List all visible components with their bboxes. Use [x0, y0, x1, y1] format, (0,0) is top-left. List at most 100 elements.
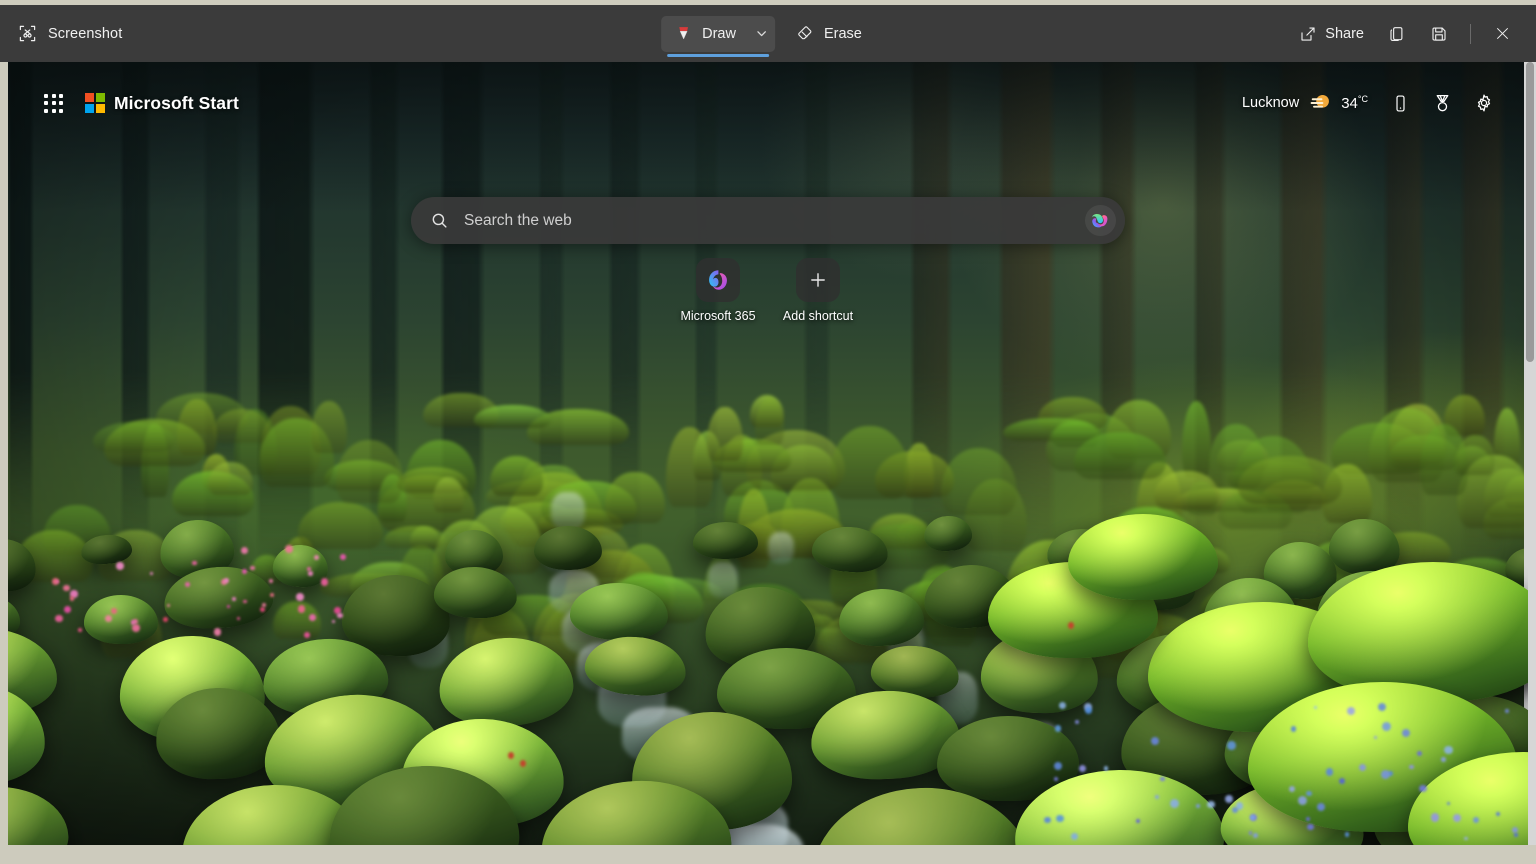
wildflower [520, 760, 526, 767]
wildflower [214, 628, 222, 636]
wildflower [298, 605, 306, 613]
draw-tool-button[interactable]: Draw [661, 16, 749, 52]
save-button[interactable] [1419, 15, 1459, 53]
page-scrollbar-thumb[interactable] [1526, 62, 1534, 362]
wildflower [1249, 831, 1253, 835]
wildflower [508, 752, 514, 759]
app-launcher-grid-icon[interactable] [40, 90, 67, 117]
drawing-tools-group: Draw Erase [661, 16, 875, 52]
app-title: Screenshot [48, 26, 122, 42]
share-button[interactable]: Share [1288, 15, 1375, 53]
grass-tuft [213, 409, 270, 443]
wildflower [1055, 725, 1062, 732]
wildflower [1136, 819, 1140, 823]
wildflower [232, 597, 236, 601]
draw-options-chevron-down-icon[interactable] [749, 16, 775, 52]
erase-tool-button[interactable]: Erase [783, 16, 875, 52]
shortcut-tiles: Microsoft 365 Add shortcut [8, 252, 1528, 329]
wildflower [260, 607, 265, 612]
wildflower [1079, 765, 1086, 772]
grass-tuft [1238, 456, 1341, 503]
wildflower [241, 547, 248, 554]
wildflower [78, 628, 82, 632]
wildflower [1512, 827, 1518, 833]
grass-tuft [474, 405, 551, 428]
search-bar[interactable] [411, 197, 1125, 244]
brand-group: Microsoft Start [40, 90, 239, 117]
toolbar-divider [1470, 24, 1471, 44]
msn-top-bar-actions: Lucknow 34°C [1234, 85, 1502, 121]
weather-widget[interactable]: Lucknow 34°C [1234, 85, 1376, 121]
grass-tuft [707, 407, 743, 461]
stream-water [551, 492, 585, 530]
wildflower [64, 606, 72, 614]
close-x-icon [1494, 25, 1511, 42]
wildflower [1085, 707, 1092, 714]
grass-tuft [1456, 435, 1495, 476]
wildflower [1339, 778, 1345, 784]
copy-button[interactable] [1377, 15, 1417, 53]
wildflower [1464, 837, 1467, 840]
wildflower [243, 600, 246, 603]
shortcut-tile-microsoft-365[interactable]: Microsoft 365 [672, 252, 764, 329]
grass-tuft [311, 401, 347, 453]
wildflower [63, 585, 70, 592]
mossy-boulder [693, 522, 758, 559]
haze-sun-icon [1308, 91, 1332, 115]
rewards-medal-icon[interactable] [1424, 85, 1460, 121]
grass-tuft [298, 502, 383, 549]
wildflower [131, 620, 136, 625]
toolbar-actions: Share [1288, 15, 1522, 53]
mossy-boulder [84, 594, 159, 644]
wildflower [321, 578, 328, 585]
window-bottom-edge [0, 845, 1536, 864]
wildflower [1207, 801, 1215, 809]
weather-city-label: Lucknow [1242, 95, 1299, 111]
shortcut-label: Add shortcut [783, 309, 853, 323]
mobile-phone-icon[interactable] [1382, 85, 1418, 121]
shortcut-tile-add-shortcut[interactable]: Add shortcut [772, 252, 864, 329]
wildflower [1044, 817, 1051, 824]
wildflower [1473, 817, 1479, 823]
settings-gear-icon[interactable] [1466, 85, 1502, 121]
mossy-boulder [1068, 514, 1218, 600]
wildflower [308, 571, 312, 575]
screenshot-canvas[interactable]: Microsoft Start Lucknow 34°C [8, 62, 1528, 845]
wildflower [1068, 622, 1074, 629]
wildflower [1291, 726, 1297, 732]
wildflower [304, 632, 310, 638]
wildflower [296, 593, 304, 601]
wildflower [1059, 702, 1066, 709]
microsoft-start-home-link[interactable]: Microsoft Start [85, 93, 239, 114]
wildflower [1289, 786, 1295, 792]
search-row [8, 197, 1528, 244]
shortcut-label: Microsoft 365 [680, 309, 755, 323]
grass-tuft [830, 426, 909, 499]
search-input[interactable] [464, 212, 1085, 230]
wildflower [270, 593, 274, 597]
stream-water [768, 532, 794, 564]
snip-scissors-icon [18, 24, 37, 43]
wildflower [314, 555, 319, 560]
pen-marker-icon [674, 24, 693, 43]
wildflower [1307, 824, 1313, 830]
grass-tuft [336, 440, 403, 502]
window-left-edge [0, 62, 8, 845]
share-label: Share [1325, 26, 1364, 42]
search-magnifier-icon [430, 211, 449, 230]
microsoft-365-icon [696, 258, 740, 302]
wildflower [1444, 746, 1452, 754]
grass-tuft [941, 448, 1017, 515]
wildflower [1056, 815, 1063, 822]
wildflower [116, 562, 124, 570]
close-button[interactable] [1482, 15, 1522, 53]
grass-tuft [605, 472, 664, 522]
copilot-icon[interactable] [1085, 205, 1116, 236]
wildflower [70, 596, 75, 601]
grass-tuft [208, 462, 253, 495]
wildflower [309, 614, 316, 621]
wildflower [132, 624, 140, 632]
mossy-boulder [8, 782, 72, 845]
brand-name-label: Microsoft Start [114, 93, 239, 114]
wildflower [1075, 720, 1079, 724]
